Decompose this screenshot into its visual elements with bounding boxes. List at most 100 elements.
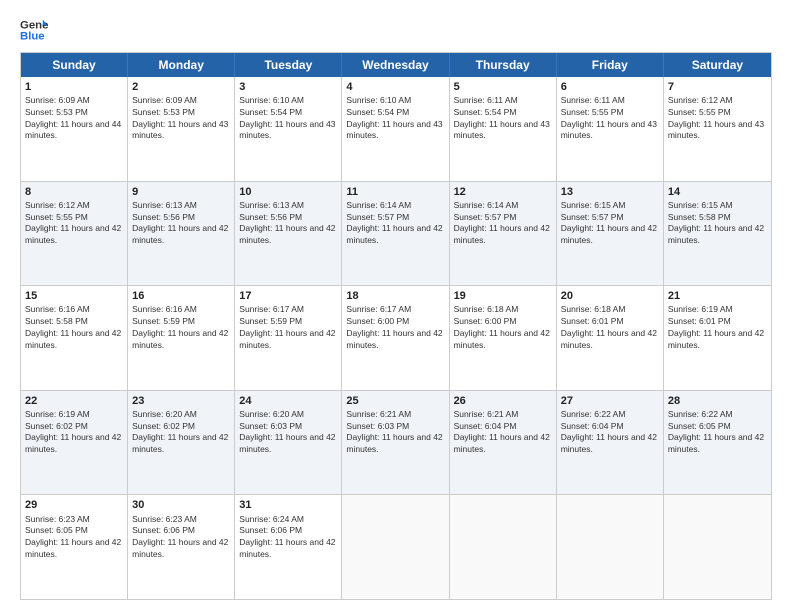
empty-cell bbox=[664, 495, 771, 599]
day-number: 21 bbox=[668, 289, 767, 303]
day-number: 8 bbox=[25, 185, 123, 199]
day-cell-15: 15Sunrise: 6:16 AM Sunset: 5:58 PM Dayli… bbox=[21, 286, 128, 390]
day-info: Sunrise: 6:11 AM Sunset: 5:54 PM Dayligh… bbox=[454, 95, 550, 140]
day-cell-1: 1Sunrise: 6:09 AM Sunset: 5:53 PM Daylig… bbox=[21, 77, 128, 181]
day-cell-22: 22Sunrise: 6:19 AM Sunset: 6:02 PM Dayli… bbox=[21, 391, 128, 495]
day-number: 1 bbox=[25, 80, 123, 94]
day-number: 3 bbox=[239, 80, 337, 94]
day-info: Sunrise: 6:22 AM Sunset: 6:05 PM Dayligh… bbox=[668, 409, 764, 454]
day-cell-4: 4Sunrise: 6:10 AM Sunset: 5:54 PM Daylig… bbox=[342, 77, 449, 181]
day-number: 6 bbox=[561, 80, 659, 94]
day-number: 16 bbox=[132, 289, 230, 303]
day-cell-26: 26Sunrise: 6:21 AM Sunset: 6:04 PM Dayli… bbox=[450, 391, 557, 495]
day-number: 5 bbox=[454, 80, 552, 94]
empty-cell bbox=[450, 495, 557, 599]
calendar-header: SundayMondayTuesdayWednesdayThursdayFrid… bbox=[21, 53, 771, 77]
day-cell-6: 6Sunrise: 6:11 AM Sunset: 5:55 PM Daylig… bbox=[557, 77, 664, 181]
day-info: Sunrise: 6:13 AM Sunset: 5:56 PM Dayligh… bbox=[132, 200, 228, 245]
day-cell-3: 3Sunrise: 6:10 AM Sunset: 5:54 PM Daylig… bbox=[235, 77, 342, 181]
day-number: 13 bbox=[561, 185, 659, 199]
day-info: Sunrise: 6:20 AM Sunset: 6:02 PM Dayligh… bbox=[132, 409, 228, 454]
calendar: SundayMondayTuesdayWednesdayThursdayFrid… bbox=[20, 52, 772, 600]
day-cell-8: 8Sunrise: 6:12 AM Sunset: 5:55 PM Daylig… bbox=[21, 182, 128, 286]
day-info: Sunrise: 6:22 AM Sunset: 6:04 PM Dayligh… bbox=[561, 409, 657, 454]
day-number: 7 bbox=[668, 80, 767, 94]
day-cell-23: 23Sunrise: 6:20 AM Sunset: 6:02 PM Dayli… bbox=[128, 391, 235, 495]
day-info: Sunrise: 6:20 AM Sunset: 6:03 PM Dayligh… bbox=[239, 409, 335, 454]
day-cell-9: 9Sunrise: 6:13 AM Sunset: 5:56 PM Daylig… bbox=[128, 182, 235, 286]
day-number: 27 bbox=[561, 394, 659, 408]
day-number: 20 bbox=[561, 289, 659, 303]
day-cell-19: 19Sunrise: 6:18 AM Sunset: 6:00 PM Dayli… bbox=[450, 286, 557, 390]
day-number: 23 bbox=[132, 394, 230, 408]
day-info: Sunrise: 6:23 AM Sunset: 6:05 PM Dayligh… bbox=[25, 514, 121, 559]
day-info: Sunrise: 6:10 AM Sunset: 5:54 PM Dayligh… bbox=[346, 95, 442, 140]
day-info: Sunrise: 6:14 AM Sunset: 5:57 PM Dayligh… bbox=[346, 200, 442, 245]
day-cell-13: 13Sunrise: 6:15 AM Sunset: 5:57 PM Dayli… bbox=[557, 182, 664, 286]
day-number: 28 bbox=[668, 394, 767, 408]
logo-icon: General Blue bbox=[20, 16, 48, 44]
day-info: Sunrise: 6:21 AM Sunset: 6:03 PM Dayligh… bbox=[346, 409, 442, 454]
day-info: Sunrise: 6:11 AM Sunset: 5:55 PM Dayligh… bbox=[561, 95, 657, 140]
day-number: 30 bbox=[132, 498, 230, 512]
day-number: 24 bbox=[239, 394, 337, 408]
day-info: Sunrise: 6:19 AM Sunset: 6:02 PM Dayligh… bbox=[25, 409, 121, 454]
day-info: Sunrise: 6:19 AM Sunset: 6:01 PM Dayligh… bbox=[668, 304, 764, 349]
calendar-week-4: 22Sunrise: 6:19 AM Sunset: 6:02 PM Dayli… bbox=[21, 391, 771, 496]
day-info: Sunrise: 6:16 AM Sunset: 5:58 PM Dayligh… bbox=[25, 304, 121, 349]
day-cell-29: 29Sunrise: 6:23 AM Sunset: 6:05 PM Dayli… bbox=[21, 495, 128, 599]
day-number: 15 bbox=[25, 289, 123, 303]
day-cell-5: 5Sunrise: 6:11 AM Sunset: 5:54 PM Daylig… bbox=[450, 77, 557, 181]
day-cell-20: 20Sunrise: 6:18 AM Sunset: 6:01 PM Dayli… bbox=[557, 286, 664, 390]
day-info: Sunrise: 6:15 AM Sunset: 5:58 PM Dayligh… bbox=[668, 200, 764, 245]
day-info: Sunrise: 6:21 AM Sunset: 6:04 PM Dayligh… bbox=[454, 409, 550, 454]
day-number: 9 bbox=[132, 185, 230, 199]
day-cell-18: 18Sunrise: 6:17 AM Sunset: 6:00 PM Dayli… bbox=[342, 286, 449, 390]
day-info: Sunrise: 6:12 AM Sunset: 5:55 PM Dayligh… bbox=[25, 200, 121, 245]
day-number: 25 bbox=[346, 394, 444, 408]
empty-cell bbox=[342, 495, 449, 599]
day-info: Sunrise: 6:14 AM Sunset: 5:57 PM Dayligh… bbox=[454, 200, 550, 245]
day-info: Sunrise: 6:17 AM Sunset: 6:00 PM Dayligh… bbox=[346, 304, 442, 349]
header: General Blue bbox=[20, 16, 772, 44]
day-cell-11: 11Sunrise: 6:14 AM Sunset: 5:57 PM Dayli… bbox=[342, 182, 449, 286]
day-cell-28: 28Sunrise: 6:22 AM Sunset: 6:05 PM Dayli… bbox=[664, 391, 771, 495]
day-info: Sunrise: 6:18 AM Sunset: 6:00 PM Dayligh… bbox=[454, 304, 550, 349]
day-cell-16: 16Sunrise: 6:16 AM Sunset: 5:59 PM Dayli… bbox=[128, 286, 235, 390]
day-number: 19 bbox=[454, 289, 552, 303]
day-info: Sunrise: 6:15 AM Sunset: 5:57 PM Dayligh… bbox=[561, 200, 657, 245]
day-info: Sunrise: 6:23 AM Sunset: 6:06 PM Dayligh… bbox=[132, 514, 228, 559]
day-info: Sunrise: 6:16 AM Sunset: 5:59 PM Dayligh… bbox=[132, 304, 228, 349]
day-info: Sunrise: 6:13 AM Sunset: 5:56 PM Dayligh… bbox=[239, 200, 335, 245]
day-number: 10 bbox=[239, 185, 337, 199]
day-info: Sunrise: 6:09 AM Sunset: 5:53 PM Dayligh… bbox=[25, 95, 121, 140]
day-cell-24: 24Sunrise: 6:20 AM Sunset: 6:03 PM Dayli… bbox=[235, 391, 342, 495]
calendar-week-1: 1Sunrise: 6:09 AM Sunset: 5:53 PM Daylig… bbox=[21, 77, 771, 182]
day-cell-10: 10Sunrise: 6:13 AM Sunset: 5:56 PM Dayli… bbox=[235, 182, 342, 286]
day-number: 18 bbox=[346, 289, 444, 303]
header-day-sunday: Sunday bbox=[21, 53, 128, 77]
logo: General Blue bbox=[20, 16, 48, 44]
header-day-friday: Friday bbox=[557, 53, 664, 77]
day-cell-25: 25Sunrise: 6:21 AM Sunset: 6:03 PM Dayli… bbox=[342, 391, 449, 495]
day-number: 17 bbox=[239, 289, 337, 303]
day-cell-14: 14Sunrise: 6:15 AM Sunset: 5:58 PM Dayli… bbox=[664, 182, 771, 286]
day-cell-2: 2Sunrise: 6:09 AM Sunset: 5:53 PM Daylig… bbox=[128, 77, 235, 181]
page: General Blue SundayMondayTuesdayWednesda… bbox=[0, 0, 792, 612]
header-day-thursday: Thursday bbox=[450, 53, 557, 77]
empty-cell bbox=[557, 495, 664, 599]
day-cell-12: 12Sunrise: 6:14 AM Sunset: 5:57 PM Dayli… bbox=[450, 182, 557, 286]
svg-text:Blue: Blue bbox=[20, 31, 45, 43]
day-cell-17: 17Sunrise: 6:17 AM Sunset: 5:59 PM Dayli… bbox=[235, 286, 342, 390]
calendar-body: 1Sunrise: 6:09 AM Sunset: 5:53 PM Daylig… bbox=[21, 77, 771, 599]
day-number: 11 bbox=[346, 185, 444, 199]
day-cell-21: 21Sunrise: 6:19 AM Sunset: 6:01 PM Dayli… bbox=[664, 286, 771, 390]
day-info: Sunrise: 6:12 AM Sunset: 5:55 PM Dayligh… bbox=[668, 95, 764, 140]
day-number: 31 bbox=[239, 498, 337, 512]
day-info: Sunrise: 6:10 AM Sunset: 5:54 PM Dayligh… bbox=[239, 95, 335, 140]
header-day-saturday: Saturday bbox=[664, 53, 771, 77]
header-day-monday: Monday bbox=[128, 53, 235, 77]
day-info: Sunrise: 6:09 AM Sunset: 5:53 PM Dayligh… bbox=[132, 95, 228, 140]
day-cell-7: 7Sunrise: 6:12 AM Sunset: 5:55 PM Daylig… bbox=[664, 77, 771, 181]
day-cell-30: 30 Sunrise: 6:23 AM Sunset: 6:06 PM Dayli… bbox=[128, 495, 235, 599]
